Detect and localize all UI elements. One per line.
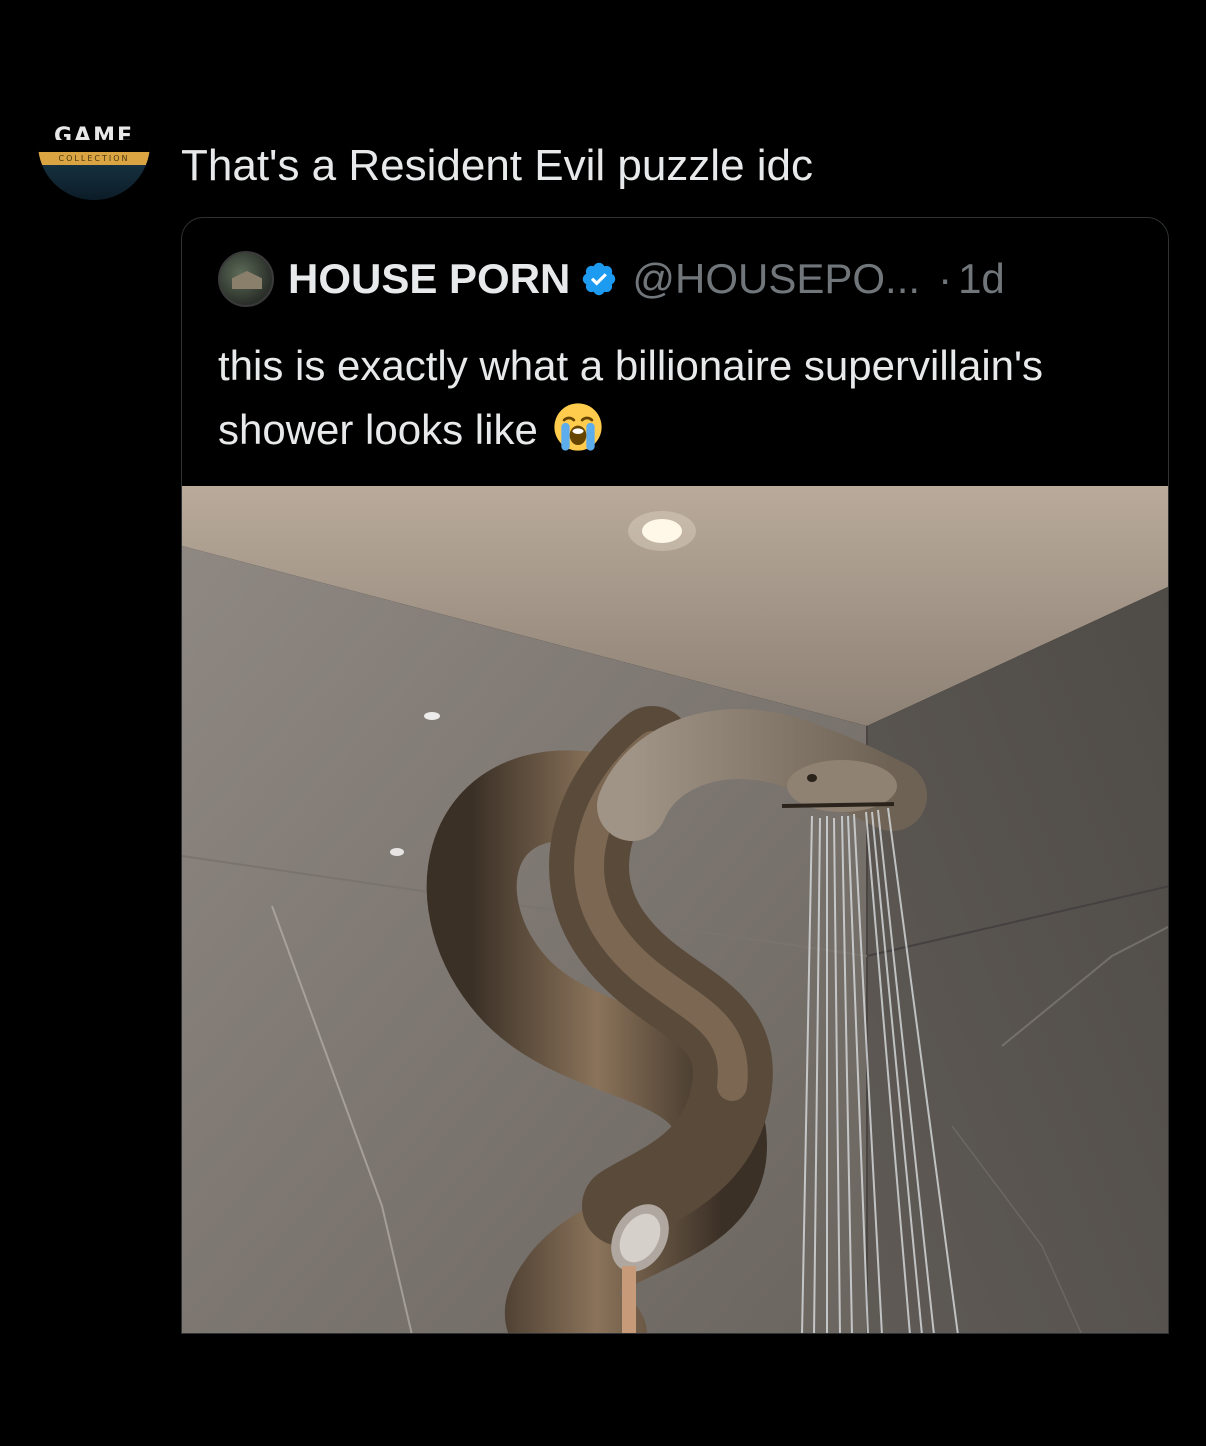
reply-author-avatar[interactable]: GAME COLLECTION <box>38 112 150 200</box>
separator-dot: · <box>938 255 953 302</box>
quoted-tweet-text: this is exactly what a billionaire super… <box>218 334 1138 462</box>
quoted-tweet-card[interactable]: HOUSE PORN @HOUSEPO... · 1d this is exac… <box>181 217 1169 1334</box>
quoted-tweet-body: this is exactly what a billionaire super… <box>218 342 1044 453</box>
quoted-tweet-time[interactable]: 1d <box>958 255 1005 303</box>
quoted-tweet-header: HOUSE PORN @HOUSEPO... · 1d <box>218 250 1005 308</box>
quoted-tweet-photo[interactable] <box>182 486 1168 1333</box>
reply-text: That's a Resident Evil puzzle idc <box>181 141 814 190</box>
verified-badge-icon <box>583 262 616 296</box>
loudly-crying-face-icon <box>554 403 603 451</box>
photo-icon <box>182 486 1168 1333</box>
avatar-logo-text: GAME <box>53 126 134 140</box>
quoted-author-avatar[interactable] <box>218 251 274 307</box>
quoted-author-handle[interactable]: @HOUSEPO... <box>632 255 920 303</box>
avatar-band-text: COLLECTION <box>58 154 130 163</box>
quoted-author-name[interactable]: HOUSE PORN <box>288 255 570 303</box>
